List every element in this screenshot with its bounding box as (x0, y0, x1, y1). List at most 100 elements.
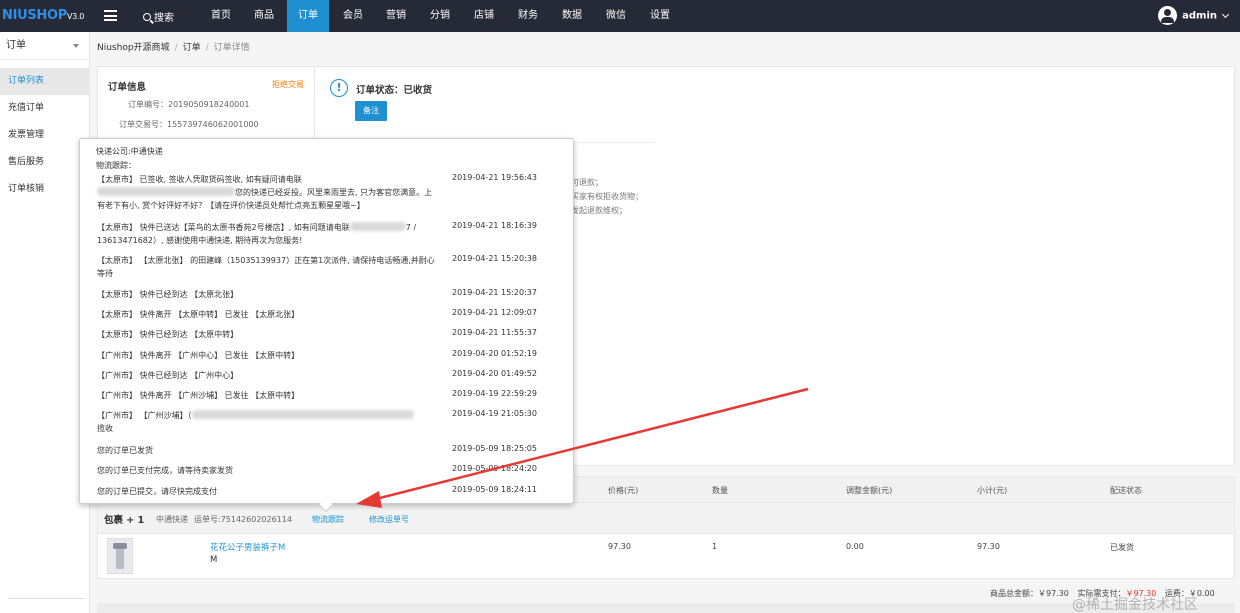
product-thumbnail[interactable] (107, 538, 133, 574)
tracking-event-time: 2019-04-21 15:20:37 (452, 288, 537, 297)
tracking-event: 【太原市】 快件离开 【太原中转】 已发往 【太原北张】 (97, 310, 300, 319)
tracking-event: 【广州市】 快件离开 【广州中心】 已发往 【太原中转】 (97, 351, 300, 360)
tracking-event-desc-cont: 揽收 (97, 424, 113, 433)
col-delivery-status: 配送状态 (1110, 486, 1142, 495)
reject-trade-link[interactable]: 拒绝交易 (272, 79, 304, 90)
tracking-event: 【太原市】 快件已送达【菜鸟的太原书香苑2号楼店】, 如有问题请电联 7 / 13… (97, 221, 437, 247)
col-quantity: 数量 (712, 486, 728, 495)
tracking-event-time: 2019-05-09 18:24:20 (452, 464, 537, 473)
order-number-value: 2019050918240001 (168, 100, 250, 109)
waybill-number: 运单号:75142602026114 (194, 515, 292, 524)
nav-settings[interactable]: 设置 (645, 0, 675, 32)
top-navbar: NIUSHOPV3.0 搜索 首页 商品 订单 会员 营销 分销 店铺 财务 数… (0, 0, 1240, 32)
edit-waybill-link[interactable]: 修改运单号 (369, 514, 409, 525)
breadcrumb-current: 订单详情 (213, 43, 250, 53)
user-menu[interactable]: admin (1158, 6, 1230, 26)
tracking-event: 【太原市】 快件已经到达 【太原中转】 (97, 330, 239, 339)
search-label: 搜索 (154, 13, 174, 24)
tracking-event-time: 2019-04-19 21:05:30 (452, 409, 537, 418)
package-title: 包裹 + 1 (104, 515, 145, 526)
sidebar-heading-label: 订单 (6, 40, 26, 51)
product-adjustment: 0.00 (846, 542, 864, 551)
product-price: 97.30 (608, 542, 631, 551)
table-row: 花花公子男装裤子M M 97.30 1 0.00 97.30 已发货 (97, 533, 1235, 579)
nav-wechat[interactable]: 微信 (601, 0, 631, 32)
nav-orders[interactable]: 订单 (287, 0, 329, 32)
breadcrumb-shop[interactable]: Niushop开源商城 (97, 43, 170, 53)
order-status-text: 订单状态：已收货 (356, 85, 433, 96)
menu-toggle-icon[interactable] (104, 10, 117, 21)
tracking-event: 【太原市】 【太原北张】 的田建峰（15035139937）正在第1次派件, 请… (97, 256, 435, 278)
tracking-event-time: 2019-04-21 15:20:38 (452, 254, 537, 263)
tracking-event-time: 2019-04-21 12:09:07 (452, 308, 537, 317)
redacted-text (349, 222, 406, 231)
tracking-event-time: 2019-04-19 22:59:29 (452, 389, 537, 398)
tracking-event-desc: 【太原市】 快件已送达【菜鸟的太原书香苑2号楼店】, 如有问题请电联 (97, 223, 350, 232)
username: admin (1182, 10, 1217, 22)
carrier-name: 中通快递 (156, 515, 188, 524)
note-button[interactable]: 备注 (355, 101, 387, 121)
tracking-event: 【太原市】 快件已经到达 【太原北张】 (97, 290, 239, 299)
nav-store[interactable]: 店铺 (469, 0, 499, 32)
sidebar-heading[interactable]: 订单 (0, 32, 89, 60)
breadcrumb-orders[interactable]: 订单 (183, 43, 201, 53)
policy-line: 买家有权拒收货物； (571, 192, 643, 201)
footer-strip (97, 603, 1235, 613)
tracking-event: 您的订单已发货 (97, 446, 153, 455)
sidebar-item-order-list[interactable]: 订单列表 (0, 68, 89, 95)
product-subtotal: 97.30 (977, 542, 1000, 551)
tracking-event-time: 2019-04-21 11:55:37 (452, 328, 537, 337)
logistics-popover: 快递公司:中通快递 物流跟踪： 【太原市】 已签收, 签收人凭取货码签收, 如有… (79, 138, 574, 513)
nav-members[interactable]: 会员 (338, 0, 368, 32)
order-number-row: 订单编号：2019050918240001 (128, 99, 249, 110)
sidebar-item-recharge-orders[interactable]: 充值订单 (0, 95, 89, 122)
watermark: @稀土掘金技术社区 (1072, 597, 1198, 613)
nav-distribution[interactable]: 分销 (425, 0, 455, 32)
goods-total: 商品总金额：￥97.30 (990, 589, 1069, 598)
tracking-event-desc: 【太原市】 已签收, 签收人凭取货码签收, 如有疑问请电联 (97, 175, 302, 184)
col-price: 价格(元) (608, 486, 639, 495)
package-row: 包裹 + 1 中通快递 运单号:75142602026114 物流跟踪 修改运单… (97, 503, 1235, 533)
trade-number-label: 订单交易号： (119, 120, 167, 129)
policy-line: 可退款； (571, 178, 603, 187)
col-subtotal: 小计(元) (977, 486, 1008, 495)
sidebar: 订单 订单列表 充值订单 发票管理 售后服务 订单核销 (0, 32, 90, 613)
tracking-event: 您的订单已提交，请尽快完成支付 (97, 487, 217, 496)
nav-home[interactable]: 首页 (206, 0, 236, 32)
tracking-event-time: 2019-04-21 19:56:43 (452, 173, 537, 182)
product-name-link[interactable]: 花花公子男装裤子M (210, 541, 285, 553)
brand-version: V3.0 (67, 12, 84, 21)
nav-finance[interactable]: 财务 (513, 0, 543, 32)
search-button[interactable]: 搜索 (143, 9, 174, 24)
brand-logo[interactable]: NIUSHOPV3.0 (2, 8, 84, 23)
tracking-event-time: 2019-05-09 18:24:11 (452, 485, 537, 494)
tracking-event-desc: 【广州市】 【广州沙埔】（ (97, 411, 192, 420)
nav-goods[interactable]: 商品 (249, 0, 279, 32)
product-quantity: 1 (712, 542, 718, 551)
info-icon: ! (330, 79, 348, 97)
tracking-event: 【广州市】 快件离开 【广州沙埔】 已发往 【太原中转】 (97, 391, 300, 400)
order-info-title: 订单信息 (108, 82, 147, 93)
courier-company: 快递公司:中通快递 (96, 147, 163, 156)
chevron-down-icon (1221, 10, 1230, 18)
trade-number-value: 155739746062001000 (167, 120, 259, 129)
sidebar-item-after-sales[interactable]: 售后服务 (0, 149, 89, 176)
track-logistics-link[interactable]: 物流跟踪 (312, 514, 344, 525)
breadcrumb: Niushop开源商城 / 订单 / 订单详情 (97, 43, 250, 53)
tracking-event: 【广州市】 快件已经到达 【广州中心】 (97, 371, 239, 380)
redacted-text (191, 410, 414, 419)
nav-marketing[interactable]: 营销 (381, 0, 411, 32)
tracking-event: 您的订单已支付完成，请等待卖家发货 (97, 466, 233, 475)
nav-data[interactable]: 数据 (557, 0, 587, 32)
tracking-event-time: 2019-04-20 01:52:19 (452, 349, 537, 358)
tracking-event-time: 2019-04-21 18:16:39 (452, 221, 537, 230)
tracking-event: 【广州市】 【广州沙埔】（ 揽收 (97, 409, 437, 435)
avatar-icon (1158, 6, 1178, 25)
sidebar-item-verification[interactable]: 订单核销 (0, 176, 89, 203)
tracking-event: 【太原市】 已签收, 签收人凭取货码签收, 如有疑问请电联您的快递已经妥投。风里… (97, 173, 437, 212)
sidebar-item-invoices[interactable]: 发票管理 (0, 122, 89, 149)
col-adjustment: 调整金额(元) (846, 486, 893, 495)
tracking-event-time: 2019-05-09 18:25:05 (452, 444, 537, 453)
order-number-label: 订单编号： (128, 100, 168, 109)
search-icon (143, 13, 151, 21)
